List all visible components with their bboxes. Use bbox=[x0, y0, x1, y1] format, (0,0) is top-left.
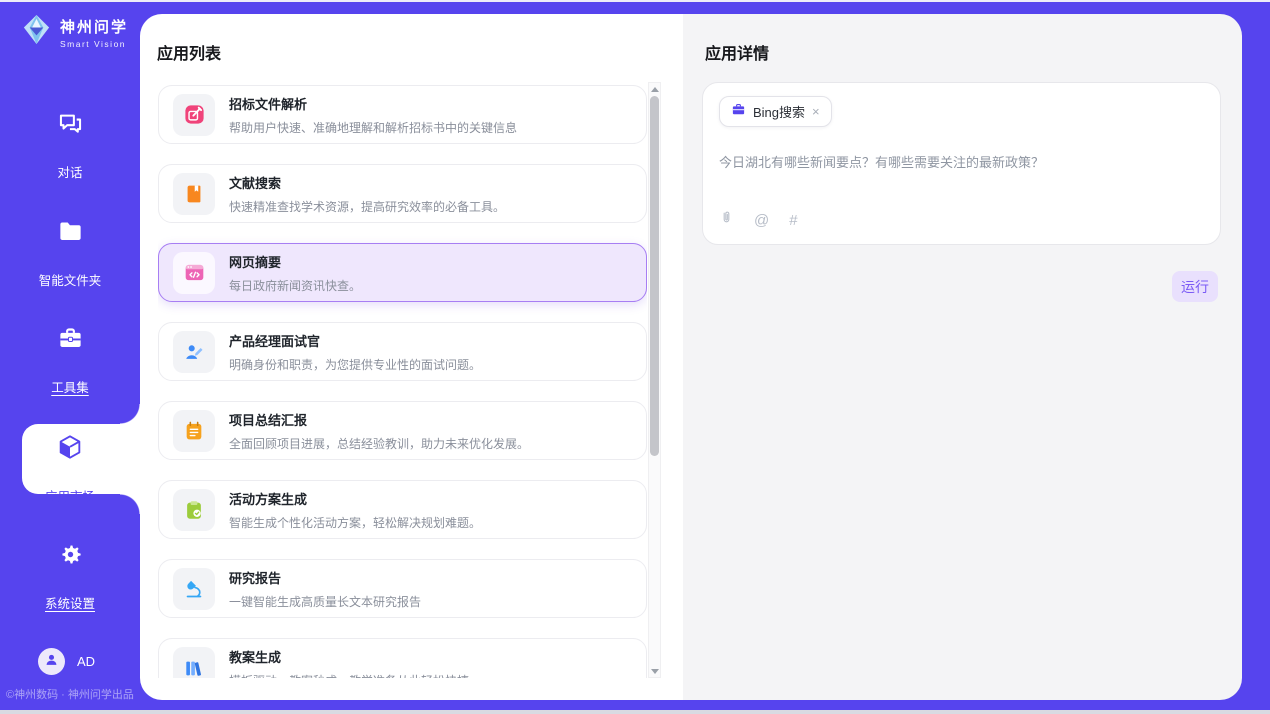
paperclip-icon[interactable] bbox=[719, 209, 734, 231]
sidebar-item-0[interactable]: 对话 bbox=[0, 110, 140, 182]
sidebar-item-3[interactable]: 应用市场 bbox=[0, 433, 140, 506]
window-bottom-edge bbox=[0, 710, 1270, 714]
app-list-scrollbar[interactable] bbox=[648, 82, 661, 678]
copyright-text: ©神州数码 · 神州问学出品 bbox=[6, 686, 134, 702]
app-card-3[interactable]: 产品经理面试官明确身份和职责，为您提供专业性的面试问题。 bbox=[158, 322, 647, 381]
app-list-panel: 应用列表 招标文件解析帮助用户快速、准确地理解和解析招标书中的关键信息文献搜索快… bbox=[140, 14, 683, 700]
app-name: 研究报告 bbox=[229, 568, 421, 587]
briefcase-icon bbox=[731, 102, 746, 122]
clipboard-icon bbox=[173, 489, 215, 531]
research-icon bbox=[173, 568, 215, 610]
user-row[interactable]: AD bbox=[38, 648, 95, 675]
app-name: 教案生成 bbox=[229, 647, 469, 666]
diamond-logo-icon bbox=[20, 13, 53, 51]
mention-icon[interactable]: @ bbox=[754, 212, 769, 229]
app-desc: 全面回顾项目进展，总结经验教训，助力未来优化发展。 bbox=[229, 435, 529, 452]
app-list: 招标文件解析帮助用户快速、准确地理解和解析招标书中的关键信息文献搜索快速精准查找… bbox=[158, 85, 647, 678]
input-toolbar: @ # bbox=[719, 209, 798, 231]
prompt-input[interactable]: 今日湖北有哪些新闻要点？有哪些需要关注的最新政策？ bbox=[719, 152, 1204, 171]
report-icon bbox=[173, 410, 215, 452]
sidebar-item-1[interactable]: 智能文件夹 bbox=[0, 218, 140, 290]
brand-name: 神州问学 bbox=[60, 16, 128, 37]
app-desc: 每日政府新闻资讯快查。 bbox=[229, 277, 361, 294]
sidebar-item-4[interactable]: 系统设置 bbox=[0, 541, 140, 613]
sidebar-item-label: 工具集 bbox=[51, 377, 89, 396]
app-name: 文献搜索 bbox=[229, 173, 505, 192]
sidebar-item-label: 应用市场 bbox=[45, 486, 95, 505]
app-desc: 帮助用户快速、准确地理解和解析招标书中的关键信息 bbox=[229, 119, 517, 136]
app-detail-panel: 应用详情 Bing搜索 × 今日湖北有哪些新闻要点？有哪些需要关注的最新政策？ bbox=[683, 14, 1242, 700]
tool-tag-label: Bing搜索 bbox=[753, 102, 805, 121]
gear-icon bbox=[0, 541, 140, 568]
app-desc: 明确身份和职责，为您提供专业性的面试问题。 bbox=[229, 356, 481, 373]
chat-icon bbox=[0, 110, 140, 137]
brand-logo: 神州问学 Smart Vision bbox=[20, 13, 128, 51]
app-card-0[interactable]: 招标文件解析帮助用户快速、准确地理解和解析招标书中的关键信息 bbox=[158, 85, 647, 144]
book-icon bbox=[173, 173, 215, 215]
app-desc: 快速精准查找学术资源，提高研究效率的必备工具。 bbox=[229, 198, 505, 215]
books-icon bbox=[173, 647, 215, 679]
scroll-down-arrow-icon[interactable] bbox=[649, 665, 660, 677]
app-name: 招标文件解析 bbox=[229, 94, 517, 113]
app-card-5[interactable]: 活动方案生成智能生成个性化活动方案，轻松解决规划难题。 bbox=[158, 480, 647, 539]
person-icon bbox=[43, 651, 60, 673]
app-list-title: 应用列表 bbox=[157, 40, 221, 64]
user-initials: AD bbox=[77, 654, 95, 669]
run-button[interactable]: 运行 bbox=[1172, 271, 1218, 302]
scrollbar-thumb[interactable] bbox=[650, 96, 659, 456]
app-desc: 一键智能生成高质量长文本研究报告 bbox=[229, 593, 421, 610]
webpage-icon bbox=[173, 252, 215, 294]
sidebar-item-2[interactable]: 工具集 bbox=[0, 325, 140, 397]
scroll-up-arrow-icon[interactable] bbox=[649, 83, 660, 95]
app-name: 产品经理面试官 bbox=[229, 331, 481, 350]
avatar[interactable] bbox=[38, 648, 65, 675]
sidebar-item-label: 对话 bbox=[57, 162, 82, 181]
app-name: 网页摘要 bbox=[229, 252, 361, 271]
brand-subtitle: Smart Vision bbox=[60, 39, 128, 49]
sidebar-item-label: 系统设置 bbox=[45, 593, 95, 612]
app-card-6[interactable]: 研究报告一键智能生成高质量长文本研究报告 bbox=[158, 559, 647, 618]
cube-icon bbox=[0, 433, 140, 461]
folder-icon bbox=[0, 218, 140, 245]
app-detail-title: 应用详情 bbox=[705, 40, 769, 64]
app-desc: 智能生成个性化活动方案，轻松解决规划难题。 bbox=[229, 514, 481, 531]
app-card-2[interactable]: 网页摘要每日政府新闻资讯快查。 bbox=[158, 243, 647, 302]
app-card-1[interactable]: 文献搜索快速精准查找学术资源，提高研究效率的必备工具。 bbox=[158, 164, 647, 223]
tag-close-icon[interactable]: × bbox=[812, 105, 820, 118]
hash-icon[interactable]: # bbox=[789, 212, 797, 229]
tool-tag-bing-search[interactable]: Bing搜索 × bbox=[719, 96, 832, 127]
sidebar: 神州问学 Smart Vision 对话智能文件夹工具集应用市场系统设置 AD … bbox=[0, 0, 140, 714]
app-card-4[interactable]: 项目总结汇报全面回顾项目进展，总结经验教训，助力未来优化发展。 bbox=[158, 401, 647, 460]
bid-edit-icon bbox=[173, 94, 215, 136]
prompt-card: Bing搜索 × 今日湖北有哪些新闻要点？有哪些需要关注的最新政策？ @ # bbox=[702, 82, 1221, 245]
window-top-edge bbox=[0, 0, 1270, 2]
toolbox-icon bbox=[0, 325, 140, 352]
app-card-7[interactable]: 教案生成模板驱动，教案秒成，教学准备从此轻松快捷 bbox=[158, 638, 647, 678]
main-content: 应用列表 招标文件解析帮助用户快速、准确地理解和解析招标书中的关键信息文献搜索快… bbox=[140, 14, 1242, 700]
interview-icon bbox=[173, 331, 215, 373]
sidebar-item-label: 智能文件夹 bbox=[39, 270, 102, 289]
app-name: 项目总结汇报 bbox=[229, 410, 529, 429]
app-desc: 模板驱动，教案秒成，教学准备从此轻松快捷 bbox=[229, 672, 469, 679]
app-name: 活动方案生成 bbox=[229, 489, 481, 508]
